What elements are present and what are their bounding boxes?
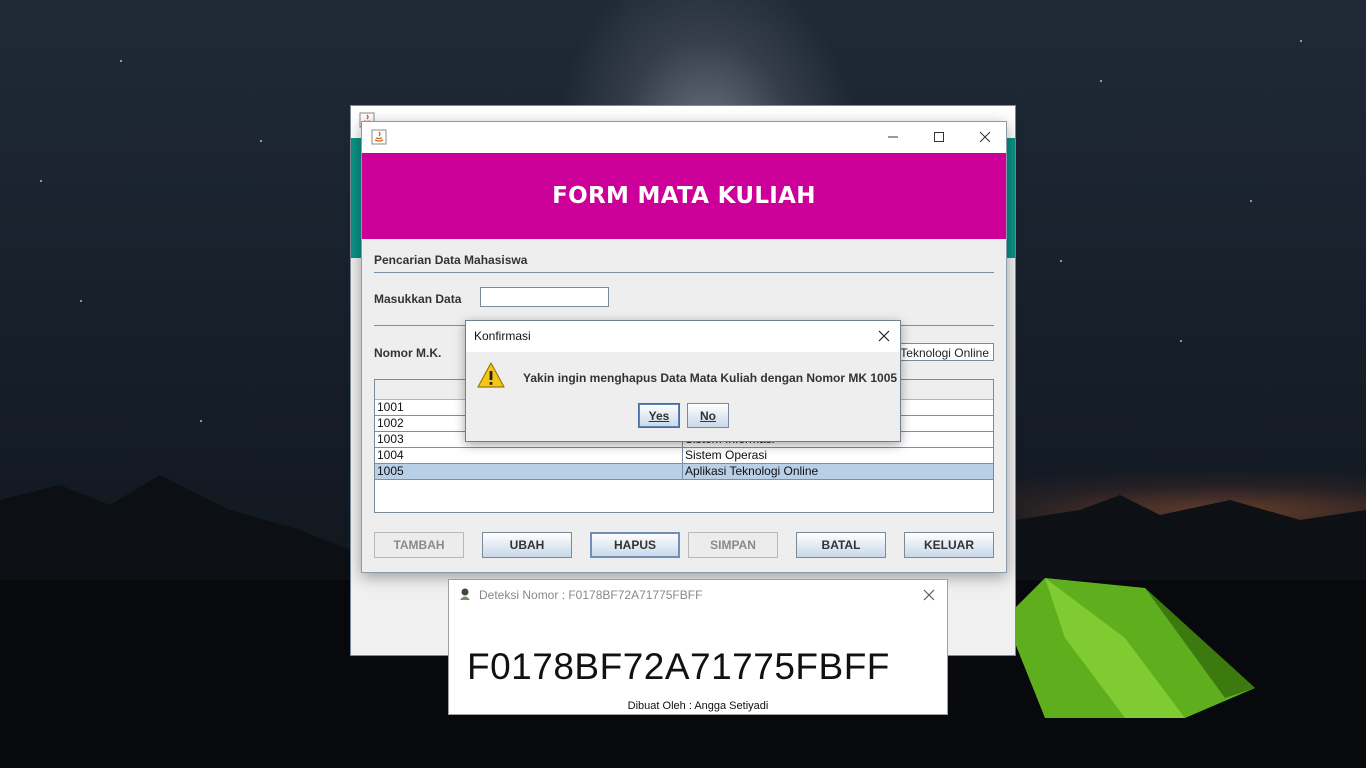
deteksi-nomor-window[interactable]: Deteksi Nomor : F0178BF72A71775FBFF F017…: [448, 579, 948, 715]
section-divider: [374, 272, 994, 273]
hapus-button[interactable]: HAPUS: [590, 532, 680, 558]
confirmation-dialog[interactable]: Konfirmasi Yakin ingin menghapus Data Ma…: [465, 320, 901, 442]
close-icon: [878, 330, 890, 342]
maximize-button[interactable]: [916, 122, 962, 152]
dialog-message: Yakin ingin menghapus Data Mata Kuliah d…: [523, 371, 898, 385]
dialog-title: Konfirmasi: [474, 329, 531, 343]
window-titlebar[interactable]: [362, 122, 1006, 153]
yes-button[interactable]: Yes: [638, 403, 680, 428]
detection-window-title: Deteksi Nomor : F0178BF72A71775FBFF: [479, 588, 703, 602]
dialog-titlebar[interactable]: Konfirmasi: [466, 321, 900, 352]
table-row[interactable]: 1004 Sistem Operasi: [375, 448, 993, 464]
minimize-icon: [888, 136, 898, 138]
minimize-button[interactable]: [870, 122, 916, 152]
author-credit: Dibuat Oleh : Angga Setiyadi: [627, 700, 769, 712]
no-button[interactable]: No: [687, 403, 729, 428]
form-header: FORM MATA KULIAH: [362, 153, 1006, 239]
warning-icon: [477, 362, 505, 388]
detection-close-button[interactable]: [917, 584, 941, 606]
search-input[interactable]: [480, 287, 609, 307]
maximize-icon: [934, 132, 944, 142]
cell-nomor: 1005: [375, 464, 683, 480]
detected-code: F0178BF72A71775FBFF: [467, 646, 890, 687]
close-button[interactable]: [962, 122, 1008, 152]
tent-illustration: [1005, 578, 1255, 718]
dialog-close-button[interactable]: [868, 321, 900, 351]
nomor-mk-label: Nomor M.K.: [374, 346, 442, 360]
form-title: FORM MATA KULIAH: [552, 183, 816, 209]
table-row-selected[interactable]: 1005 Aplikasi Teknologi Online: [375, 464, 993, 480]
close-icon: [923, 589, 935, 601]
batal-button[interactable]: BATAL: [796, 532, 886, 558]
keluar-button[interactable]: KELUAR: [904, 532, 994, 558]
tambah-button[interactable]: TAMBAH: [374, 532, 464, 558]
java-app-icon: [371, 129, 387, 145]
search-label: Masukkan Data: [374, 292, 462, 306]
ubah-button[interactable]: UBAH: [482, 532, 572, 558]
app-icon: [460, 588, 470, 600]
cell-nomor: 1004: [375, 448, 683, 464]
simpan-button[interactable]: SIMPAN: [688, 532, 778, 558]
search-section-title: Pencarian Data Mahasiswa: [374, 253, 528, 267]
cell-nama: Sistem Operasi: [685, 448, 768, 462]
cell-nama: Aplikasi Teknologi Online: [685, 464, 819, 478]
close-icon: [979, 131, 991, 143]
